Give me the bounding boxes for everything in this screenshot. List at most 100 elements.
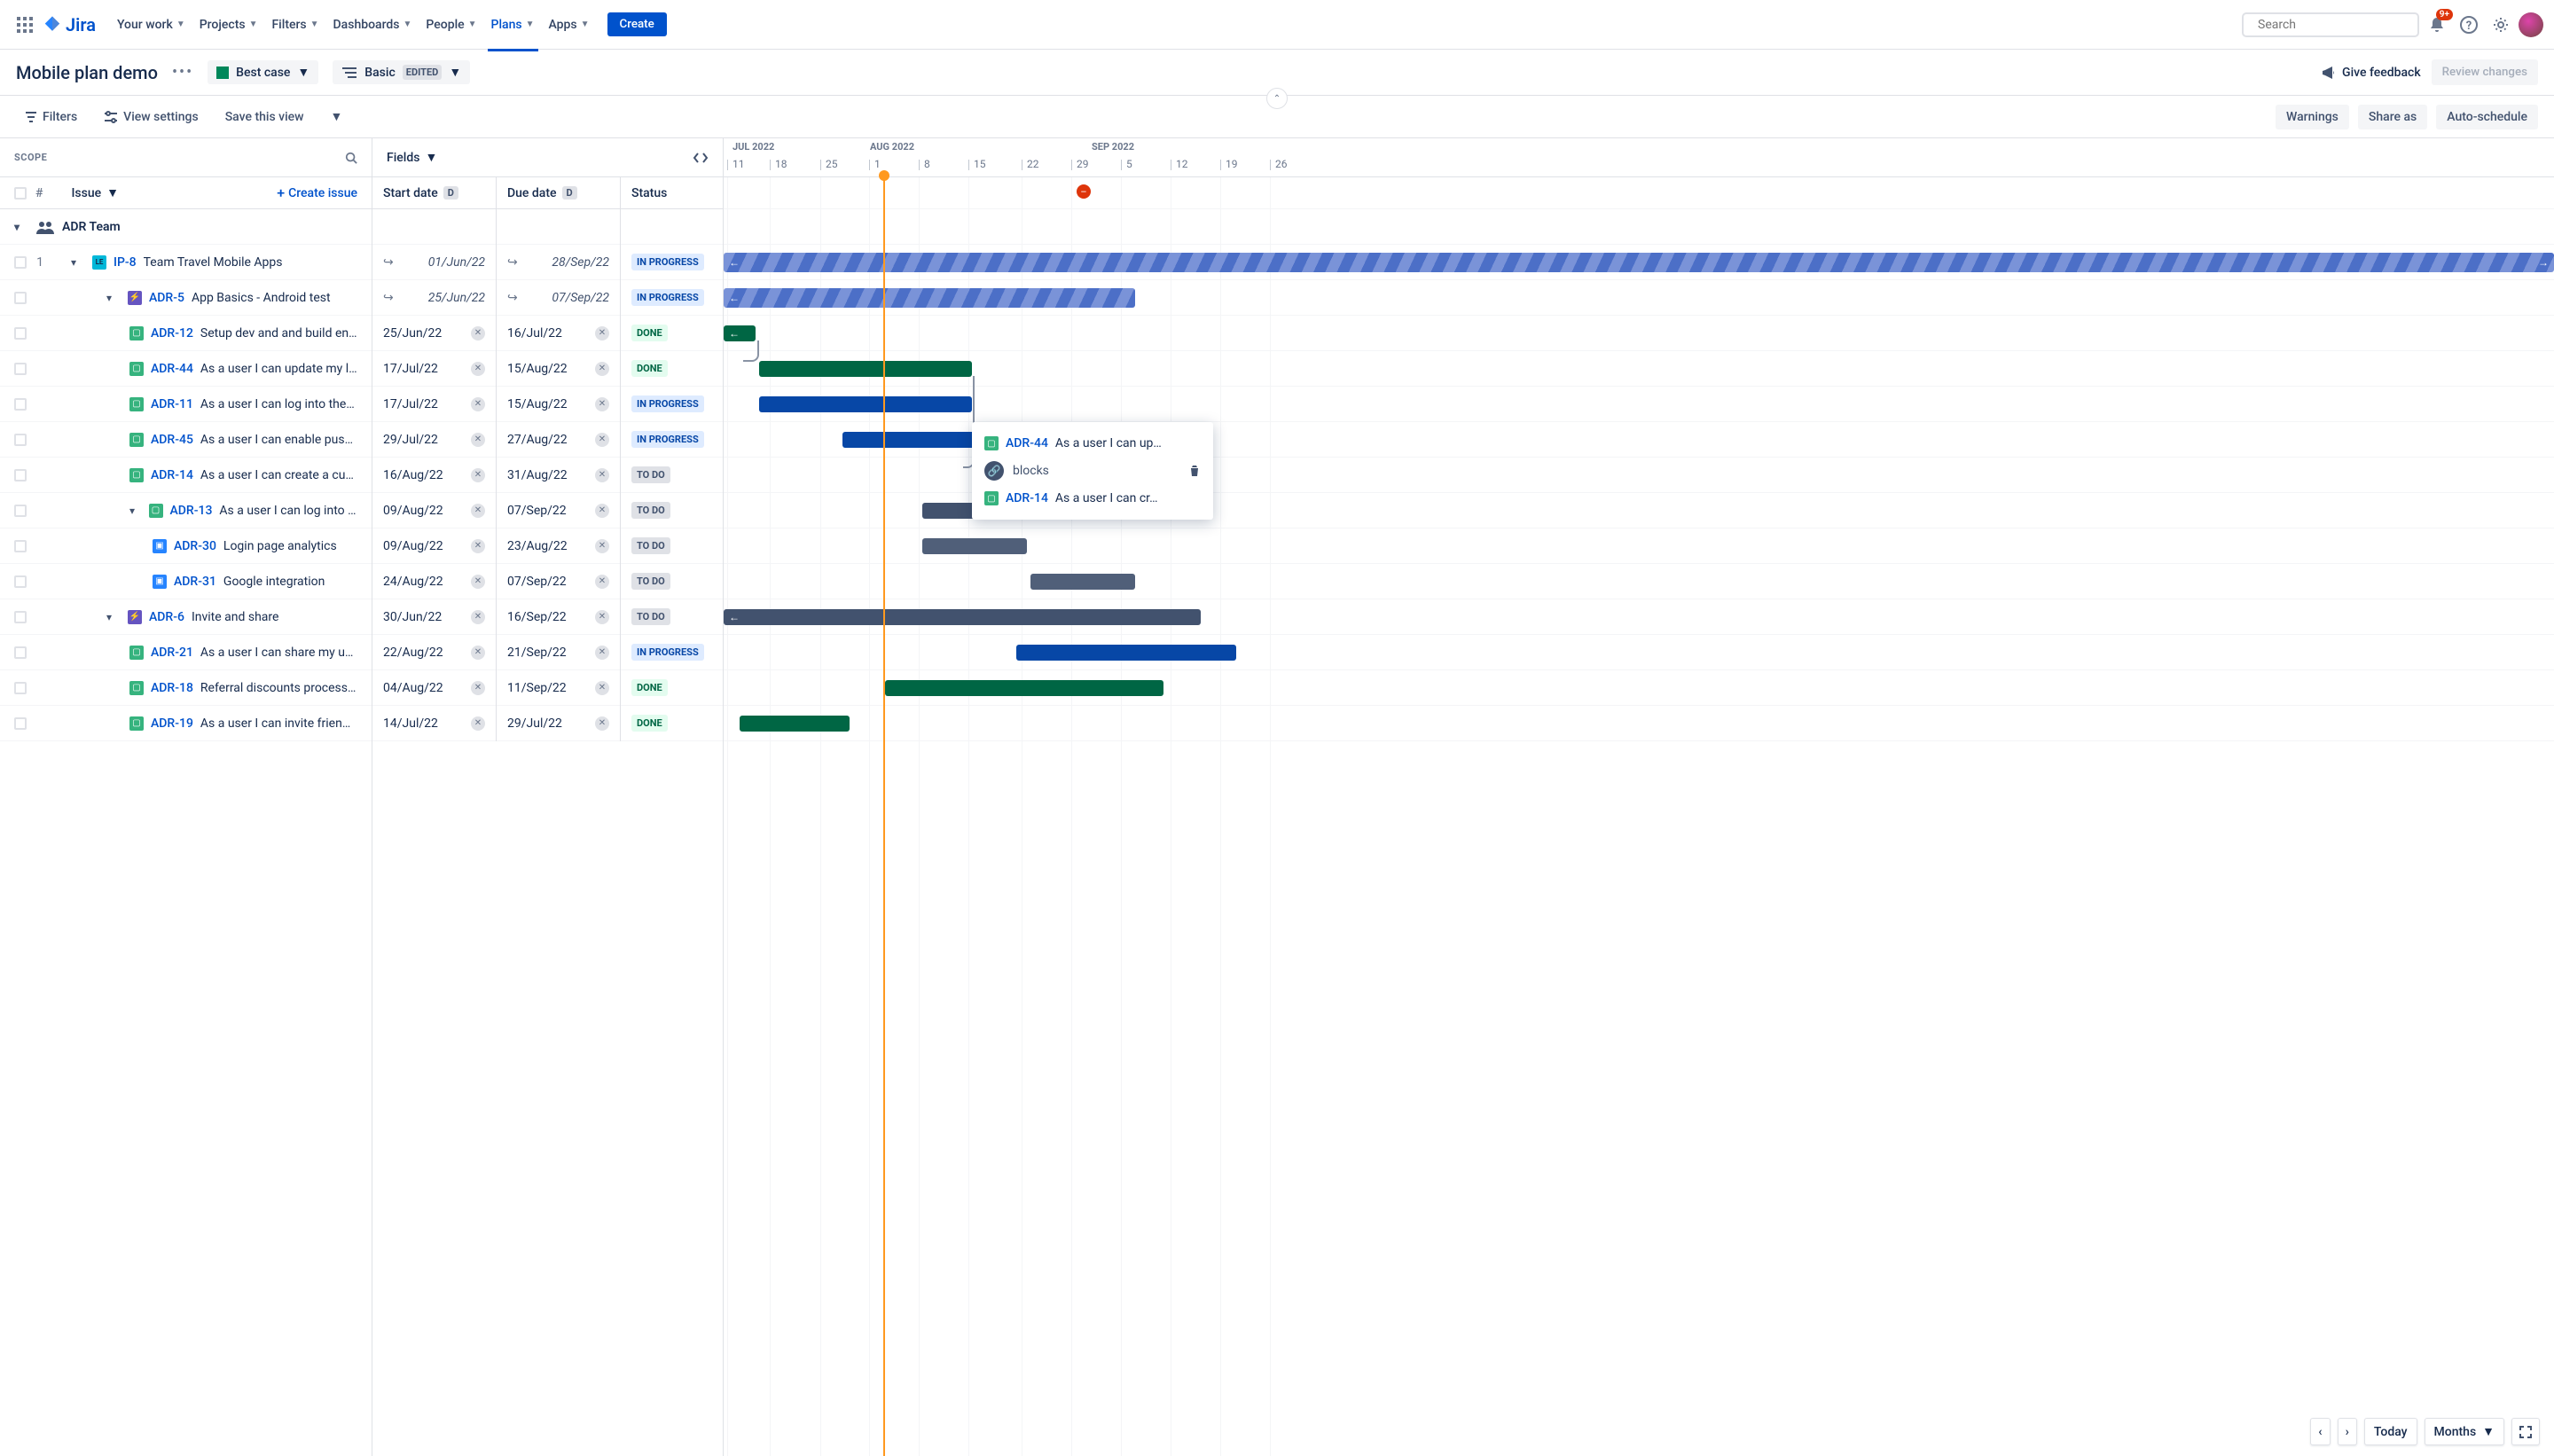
hierarchy-selector[interactable]: Basic EDITED ▼ bbox=[333, 60, 470, 84]
start-date-value[interactable]: 25/Jun/22 bbox=[383, 326, 442, 341]
issue-title[interactable]: As a user I can invite friends … bbox=[200, 716, 357, 731]
issue-key[interactable]: ADR-18 bbox=[151, 681, 193, 695]
dependency-link[interactable] bbox=[743, 341, 759, 362]
clear-date-icon[interactable]: ✕ bbox=[471, 433, 485, 447]
row-checkbox[interactable] bbox=[14, 469, 27, 481]
help-icon[interactable]: ? bbox=[2455, 11, 2483, 39]
give-feedback-button[interactable]: Give feedback bbox=[2321, 65, 2421, 81]
nav-apps[interactable]: Apps▼ bbox=[542, 12, 597, 37]
status-lozenge[interactable]: IN PROGRESS bbox=[631, 289, 704, 306]
status-lozenge[interactable]: TO DO bbox=[631, 573, 670, 590]
auto-schedule-button[interactable]: Auto-schedule bbox=[2436, 105, 2538, 129]
issue-key[interactable]: IP-8 bbox=[114, 255, 137, 270]
issue-key[interactable]: ADR-12 bbox=[151, 326, 193, 341]
status-lozenge[interactable]: DONE bbox=[631, 325, 668, 341]
select-all-checkbox[interactable] bbox=[14, 187, 27, 200]
due-date-value[interactable]: 07/Sep/22 bbox=[507, 504, 567, 518]
nav-projects[interactable]: Projects▼ bbox=[192, 12, 265, 37]
issue-title[interactable]: Invite and share bbox=[192, 610, 279, 624]
filters-button[interactable]: Filters bbox=[16, 105, 86, 129]
issue-title[interactable]: Login page analytics bbox=[223, 539, 337, 553]
row-checkbox[interactable] bbox=[14, 646, 27, 659]
due-date-value[interactable]: 23/Aug/22 bbox=[507, 539, 568, 553]
collapse-columns-icon[interactable] bbox=[693, 153, 709, 163]
start-date-value[interactable]: 14/Jul/22 bbox=[383, 716, 438, 731]
clear-date-icon[interactable]: ✕ bbox=[471, 397, 485, 411]
clear-date-icon[interactable]: ✕ bbox=[471, 610, 485, 624]
start-date-value[interactable]: 24/Aug/22 bbox=[383, 575, 443, 589]
save-view-menu[interactable]: ▼ bbox=[322, 104, 352, 129]
issue-key[interactable]: ADR-44 bbox=[1006, 436, 1048, 450]
timeline-bar[interactable]: ← bbox=[724, 609, 1201, 625]
dependency-to-issue[interactable]: ▢ ADR-14 As a user I can cr… bbox=[981, 486, 1204, 511]
issue-title[interactable]: Google integration bbox=[223, 575, 325, 589]
timeline-bar[interactable]: ←→ bbox=[724, 253, 2554, 272]
due-date-value[interactable]: 07/Sep/22 bbox=[552, 291, 609, 305]
status-lozenge[interactable]: IN PROGRESS bbox=[631, 395, 704, 412]
row-checkbox[interactable] bbox=[14, 682, 27, 694]
issue-key[interactable]: ADR-31 bbox=[174, 575, 216, 589]
start-date-value[interactable]: 17/Jul/22 bbox=[383, 397, 438, 411]
due-date-value[interactable]: 16/Sep/22 bbox=[507, 610, 567, 624]
clear-date-icon[interactable]: ✕ bbox=[595, 362, 609, 376]
row-expander[interactable]: ▾ bbox=[106, 611, 121, 623]
status-lozenge[interactable]: IN PROGRESS bbox=[631, 431, 704, 448]
status-lozenge[interactable]: DONE bbox=[631, 360, 668, 377]
issue-title[interactable]: Referral discounts processin… bbox=[200, 681, 357, 695]
clear-date-icon[interactable]: ✕ bbox=[471, 646, 485, 660]
timeline-fullscreen-button[interactable] bbox=[2511, 1418, 2540, 1445]
clear-date-icon[interactable]: ✕ bbox=[595, 468, 609, 482]
row-checkbox[interactable] bbox=[14, 327, 27, 340]
issue-key[interactable]: ADR-45 bbox=[151, 433, 193, 447]
issue-key[interactable]: ADR-19 bbox=[151, 716, 193, 731]
clear-date-icon[interactable]: ✕ bbox=[471, 326, 485, 341]
timeline-bar[interactable] bbox=[1016, 645, 1236, 661]
clear-date-icon[interactable]: ✕ bbox=[471, 504, 485, 518]
due-date-value[interactable]: 29/Jul/22 bbox=[507, 716, 562, 731]
timeline-prev-button[interactable]: ‹ bbox=[2310, 1418, 2330, 1445]
review-changes-button[interactable]: Review changes bbox=[2432, 59, 2538, 85]
due-date-value[interactable]: 28/Sep/22 bbox=[552, 255, 609, 270]
timeline-bar[interactable] bbox=[740, 716, 850, 732]
status-lozenge[interactable]: DONE bbox=[631, 715, 668, 732]
row-checkbox[interactable] bbox=[14, 256, 27, 269]
issue-title[interactable]: Setup dev and and build env… bbox=[200, 326, 357, 341]
clear-date-icon[interactable]: ✕ bbox=[471, 681, 485, 695]
create-button[interactable]: Create bbox=[607, 12, 667, 36]
issue-key[interactable]: ADR-13 bbox=[170, 504, 213, 518]
issue-key[interactable]: ADR-21 bbox=[151, 646, 193, 660]
due-date-value[interactable]: 21/Sep/22 bbox=[507, 646, 567, 660]
start-date-value[interactable]: 22/Aug/22 bbox=[383, 646, 443, 660]
start-date-value[interactable]: 25/Jun/22 bbox=[428, 291, 485, 305]
due-date-value[interactable]: 27/Aug/22 bbox=[507, 433, 568, 447]
issue-title[interactable]: As a user I can enable push … bbox=[200, 433, 357, 447]
start-date-value[interactable]: 09/Aug/22 bbox=[383, 504, 443, 518]
start-date-value[interactable]: 17/Jul/22 bbox=[383, 362, 438, 376]
row-expander[interactable]: ▾ bbox=[129, 505, 142, 517]
status-lozenge[interactable]: TO DO bbox=[631, 537, 670, 554]
scope-search-icon[interactable] bbox=[345, 152, 357, 164]
clear-date-icon[interactable]: ✕ bbox=[595, 681, 609, 695]
issue-title[interactable]: App Basics - Android test bbox=[192, 291, 331, 305]
row-checkbox[interactable] bbox=[14, 575, 27, 588]
status-lozenge[interactable]: TO DO bbox=[631, 608, 670, 625]
due-date-value[interactable]: 11/Sep/22 bbox=[507, 681, 567, 695]
clear-date-icon[interactable]: ✕ bbox=[595, 504, 609, 518]
dependency-from-issue[interactable]: ▢ ADR-44 As a user I can up… bbox=[981, 431, 1204, 456]
issue-title[interactable]: Team Travel Mobile Apps bbox=[144, 255, 283, 270]
clear-date-icon[interactable]: ✕ bbox=[471, 539, 485, 553]
timeline-units-selector[interactable]: Months ▼ bbox=[2425, 1418, 2504, 1445]
create-issue-button[interactable]: + Create issue bbox=[277, 184, 357, 201]
search-input[interactable] bbox=[2258, 18, 2416, 32]
issue-column-header[interactable]: Issue ▼ bbox=[71, 185, 119, 200]
save-view-button[interactable]: Save this view bbox=[216, 105, 313, 129]
clear-date-icon[interactable]: ✕ bbox=[595, 397, 609, 411]
row-checkbox[interactable] bbox=[14, 505, 27, 517]
nav-plans[interactable]: Plans▼ bbox=[484, 12, 542, 37]
clear-date-icon[interactable]: ✕ bbox=[595, 610, 609, 624]
clear-date-icon[interactable]: ✕ bbox=[471, 362, 485, 376]
nav-dashboards[interactable]: Dashboards▼ bbox=[326, 12, 419, 37]
clear-date-icon[interactable]: ✕ bbox=[595, 646, 609, 660]
share-button[interactable]: Share as bbox=[2358, 105, 2427, 129]
issue-key[interactable]: ADR-14 bbox=[151, 468, 193, 482]
